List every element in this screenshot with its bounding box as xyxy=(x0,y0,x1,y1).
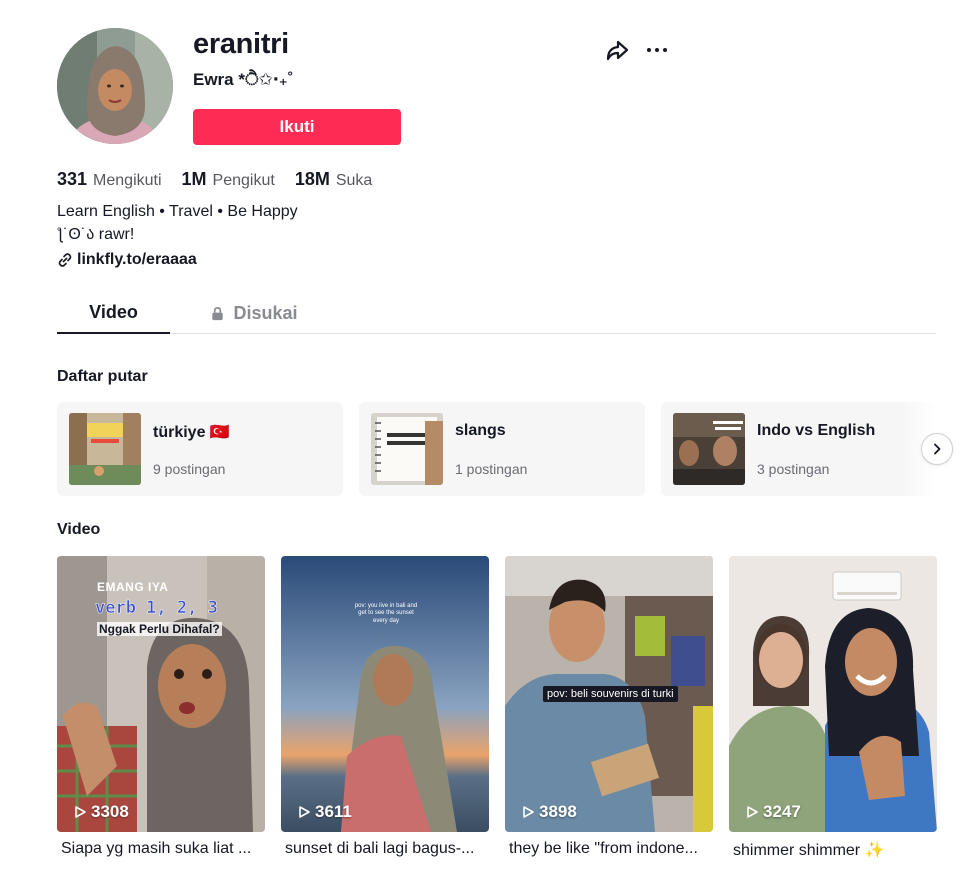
playlist-name: slangs xyxy=(455,422,506,439)
video-thumbnail: EMANG IYA verb 1, 2, 3 Nggak Perlu Dihaf… xyxy=(57,556,265,832)
play-icon xyxy=(747,806,758,818)
playlist-name: türkiye 🇹🇷 xyxy=(153,424,230,441)
profile-link-text: linkfly.to/eraaaa xyxy=(77,251,197,268)
follow-button[interactable]: Ikuti xyxy=(193,109,401,145)
video-views-count: 3247 xyxy=(763,802,801,821)
chevron-right-icon xyxy=(934,443,941,455)
video-thumbnail: pov: beli souvenirs di turki 3898 xyxy=(505,556,713,832)
video-overlay-text: pov: you live in bali and xyxy=(354,603,418,609)
video-card[interactable]: pov: beli souvenirs di turki 3898 they b… xyxy=(505,556,713,858)
profile-username: eranitri xyxy=(193,28,289,60)
playlist-name: Indo vs English xyxy=(757,422,876,439)
stat-likes-value: 18M xyxy=(294,169,330,189)
video-views: 3611 xyxy=(297,802,352,822)
profile-avatar[interactable] xyxy=(57,28,173,144)
playlists-title: Daftar putar xyxy=(57,368,148,385)
profile-bio-line1: Learn English • Travel • Be Happy xyxy=(57,203,298,220)
playlist-thumbnail xyxy=(69,413,141,485)
video-thumbnail: 3247 xyxy=(729,556,937,832)
video-overlay-text: get to see the sunset xyxy=(358,610,414,616)
stat-likes: 18M Suka xyxy=(295,169,372,190)
stat-followers-value: 1M xyxy=(181,169,207,189)
play-icon xyxy=(75,806,86,818)
tab-liked[interactable]: Disukai xyxy=(189,293,319,333)
videos-title: Video xyxy=(57,521,101,538)
playlists-row: türkiye 🇹🇷 9 postingan slangs 1 postinga… xyxy=(57,402,937,496)
link-icon xyxy=(58,253,72,267)
profile-bio-line2: ƪ˙ʘ˙ა rawr! xyxy=(57,226,135,243)
playlist-thumbnail xyxy=(371,413,443,485)
profile-tabs: Video Disukai xyxy=(57,293,936,334)
stat-followers-label: Pengikut xyxy=(212,172,275,189)
profile-nickname: Ewra *ੈ✩‧₊˚ xyxy=(193,70,294,89)
playlist-count: 1 postingan xyxy=(455,461,528,477)
play-icon xyxy=(299,806,310,818)
profile-link[interactable]: linkfly.to/eraaaa xyxy=(57,251,197,269)
video-caption[interactable]: they be like "from indone... xyxy=(505,840,709,858)
video-caption[interactable]: sunset di bali lagi bagus-... xyxy=(281,840,485,858)
playlist-count: 9 postingan xyxy=(153,461,226,477)
video-card[interactable]: pov: you live in bali and get to see the… xyxy=(281,556,489,858)
lock-icon xyxy=(212,306,224,320)
video-views: 3898 xyxy=(521,802,577,822)
more-options-icon[interactable] xyxy=(644,38,670,62)
video-card[interactable]: 3247 shimmer shimmer ✨ xyxy=(729,556,937,860)
stat-likes-label: Suka xyxy=(335,172,373,189)
stat-following-label: Mengikuti xyxy=(93,172,162,189)
stat-following-value: 331 xyxy=(57,169,88,189)
stat-followers[interactable]: 1M Pengikut xyxy=(182,169,275,190)
video-thumbnail: pov: you live in bali and get to see the… xyxy=(281,556,489,832)
video-caption[interactable]: Siapa yg masih suka liat ... xyxy=(57,840,261,858)
video-views: 3247 xyxy=(745,802,801,822)
share-icon[interactable] xyxy=(604,37,630,63)
playlist-thumbnail xyxy=(673,413,745,485)
video-caption[interactable]: shimmer shimmer ✨ xyxy=(729,840,933,860)
playlist-card[interactable]: Indo vs English 3 postingan xyxy=(661,402,937,496)
video-views-count: 3898 xyxy=(539,802,577,821)
video-views: 3308 xyxy=(73,802,129,822)
video-overlay-text: every day xyxy=(372,618,399,624)
profile-stats: 331 Mengikuti 1M Pengikut 18M Suka xyxy=(57,169,392,190)
playlist-card[interactable]: slangs 1 postingan xyxy=(359,402,645,496)
video-card[interactable]: EMANG IYA verb 1, 2, 3 Nggak Perlu Dihaf… xyxy=(57,556,265,858)
tab-video[interactable]: Video xyxy=(57,293,170,334)
video-views-count: 3611 xyxy=(315,802,352,821)
play-icon xyxy=(523,806,534,818)
tab-liked-label: Disukai xyxy=(233,302,298,323)
video-overlay-text: verb 1, 2, 3 xyxy=(95,598,218,619)
stat-following[interactable]: 331 Mengikuti xyxy=(57,169,162,190)
playlist-next-button[interactable] xyxy=(921,433,953,465)
video-overlay-text: EMANG IYA xyxy=(97,580,169,594)
playlist-card[interactable]: türkiye 🇹🇷 9 postingan xyxy=(57,402,343,496)
video-views-count: 3308 xyxy=(91,802,129,821)
playlist-count: 3 postingan xyxy=(757,461,830,477)
video-overlay-text: Nggak Perlu Dihafal? xyxy=(97,622,222,636)
video-overlay-text: pov: beli souvenirs di turki xyxy=(543,686,678,702)
